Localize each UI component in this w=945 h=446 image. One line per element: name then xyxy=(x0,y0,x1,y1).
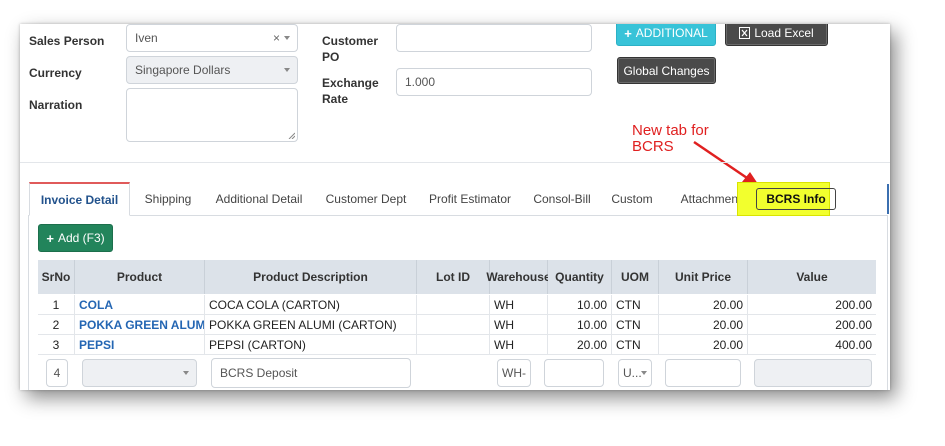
edit-srno-value: 4 xyxy=(53,366,61,380)
load-excel-button[interactable]: Load Excel xyxy=(725,24,828,46)
sales-person-label: Sales Person xyxy=(29,34,105,48)
edit-row: 4 BCRS Deposit WH- U... xyxy=(38,355,876,390)
tab-bcrs-info[interactable]: BCRS Info xyxy=(756,188,836,210)
edit-warehouse-input[interactable]: WH- xyxy=(497,359,531,387)
customer-po-input[interactable] xyxy=(396,24,592,52)
tab-custom[interactable]: Custom xyxy=(608,182,656,216)
cell-srno: 3 xyxy=(38,335,75,355)
cell-value: 400.00 xyxy=(835,338,872,352)
col-description: Product Description xyxy=(205,260,417,294)
cell-description: PEPSI (CARTON) xyxy=(205,335,417,355)
cell-product[interactable]: POKKA GREEN ALUMI xyxy=(75,315,205,335)
customer-po-label-line2: PO xyxy=(322,50,340,64)
clear-icon[interactable]: × xyxy=(273,31,280,45)
cell-product[interactable]: PEPSI xyxy=(75,335,205,355)
add-row-button-label: Add (F3) xyxy=(57,231,105,245)
tab-invoice-detail[interactable]: Invoice Detail xyxy=(29,182,130,216)
tab-attachment[interactable]: Attachment xyxy=(676,182,746,216)
chevron-down-icon xyxy=(284,36,290,40)
cell-lot-id xyxy=(417,295,490,315)
cell-product[interactable]: COLA xyxy=(75,295,205,315)
tab-shipping[interactable]: Shipping xyxy=(138,182,198,216)
cell-quantity: 10.00 xyxy=(548,315,612,335)
tab-customer-dept[interactable]: Customer Dept xyxy=(320,182,412,216)
cell-quantity: 20.00 xyxy=(548,335,612,355)
sales-person-value: Iven xyxy=(135,31,158,45)
col-uom: UOM xyxy=(612,260,659,294)
edit-product-select[interactable] xyxy=(82,359,197,387)
chevron-down-icon xyxy=(641,371,647,375)
col-quantity: Quantity xyxy=(548,260,612,294)
customer-po-label: Customer PO xyxy=(322,33,378,65)
chevron-down-icon xyxy=(183,371,189,375)
col-unit-price: Unit Price xyxy=(659,260,748,294)
cell-unit-price: 20.00 xyxy=(659,295,748,315)
cell-quantity: 10.00 xyxy=(548,295,612,315)
col-warehouse: Warehouse xyxy=(486,260,551,294)
exchange-rate-value: 1.000 xyxy=(405,75,436,89)
global-changes-button-label: Global Changes xyxy=(623,63,710,78)
currency-label: Currency xyxy=(29,66,82,80)
exchange-rate-input[interactable]: 1.000 xyxy=(396,68,592,96)
additional-button[interactable]: + ADDITIONAL xyxy=(616,24,716,46)
currency-select[interactable]: Singapore Dollars xyxy=(126,56,298,84)
plus-icon: + xyxy=(624,25,632,41)
global-changes-button[interactable]: Global Changes xyxy=(617,57,716,84)
tab-additional-detail[interactable]: Additional Detail xyxy=(210,182,308,216)
cell-value: 200.00 xyxy=(835,298,872,312)
edit-quantity-input[interactable] xyxy=(544,359,604,387)
currency-value: Singapore Dollars xyxy=(135,63,231,77)
col-product: Product xyxy=(75,260,205,294)
sales-person-select[interactable]: Iven × xyxy=(126,24,298,52)
table-row[interactable]: 2 POKKA GREEN ALUMI POKKA GREEN ALUMI (C… xyxy=(38,315,876,335)
resize-handle-icon[interactable] xyxy=(288,132,295,139)
edit-description-input[interactable]: BCRS Deposit xyxy=(211,358,411,388)
cell-warehouse: WH xyxy=(490,295,548,315)
cell-uom: CTN xyxy=(612,335,659,355)
chevron-down-icon xyxy=(284,68,290,72)
cell-warehouse: WH xyxy=(490,335,548,355)
plus-icon: + xyxy=(46,230,54,246)
narration-textarea[interactable] xyxy=(126,88,298,142)
edit-warehouse-value: WH- xyxy=(502,366,526,380)
scroll-indicator xyxy=(887,184,889,214)
col-value: Value xyxy=(748,260,876,294)
invoice-window: Sales Person Iven × Currency Singapore D… xyxy=(20,24,890,390)
load-excel-button-label: Load Excel xyxy=(754,26,814,40)
cell-srno: 1 xyxy=(38,295,75,315)
table-row[interactable]: 3 PEPSI PEPSI (CARTON) WH 20.00 CTN 20.0… xyxy=(38,335,876,355)
tab-profit-estimator[interactable]: Profit Estimator xyxy=(424,182,516,216)
excel-file-icon xyxy=(739,27,751,39)
cell-uom: CTN xyxy=(612,315,659,335)
exchange-rate-label-line1: Exchange xyxy=(322,76,379,90)
add-row-button[interactable]: + Add (F3) xyxy=(38,224,113,252)
cell-lot-id xyxy=(417,315,490,335)
edit-value-input xyxy=(754,359,872,387)
edit-unit-price-input[interactable] xyxy=(665,359,741,387)
edit-description-value: BCRS Deposit xyxy=(220,366,298,380)
cell-description: COCA COLA (CARTON) xyxy=(205,295,417,315)
edit-uom-value: U... xyxy=(623,366,642,380)
additional-button-label: ADDITIONAL xyxy=(635,26,708,40)
col-srno: SrNo xyxy=(38,260,75,294)
cell-warehouse: WH xyxy=(490,315,548,335)
cell-unit-price: 20.00 xyxy=(659,315,748,335)
narration-label: Narration xyxy=(29,98,83,112)
edit-srno-input[interactable]: 4 xyxy=(46,359,68,387)
col-lot-id: Lot ID xyxy=(417,260,490,294)
cell-value: 200.00 xyxy=(835,318,872,332)
cell-srno: 2 xyxy=(38,315,75,335)
edit-uom-select[interactable]: U... xyxy=(618,359,652,387)
cell-description: POKKA GREEN ALUMI (CARTON) xyxy=(205,315,417,335)
exchange-rate-label: Exchange Rate xyxy=(322,75,379,107)
section-divider xyxy=(20,162,890,163)
table-row[interactable]: 1 COLA COCA COLA (CARTON) WH 10.00 CTN 2… xyxy=(38,295,876,315)
customer-po-label-line1: Customer xyxy=(322,34,379,48)
tab-consol-bill[interactable]: Consol-Bill xyxy=(530,182,594,216)
cell-uom: CTN xyxy=(612,295,659,315)
exchange-rate-label-line2: Rate xyxy=(322,92,349,106)
cell-unit-price: 20.00 xyxy=(659,335,748,355)
cell-lot-id xyxy=(417,335,490,355)
